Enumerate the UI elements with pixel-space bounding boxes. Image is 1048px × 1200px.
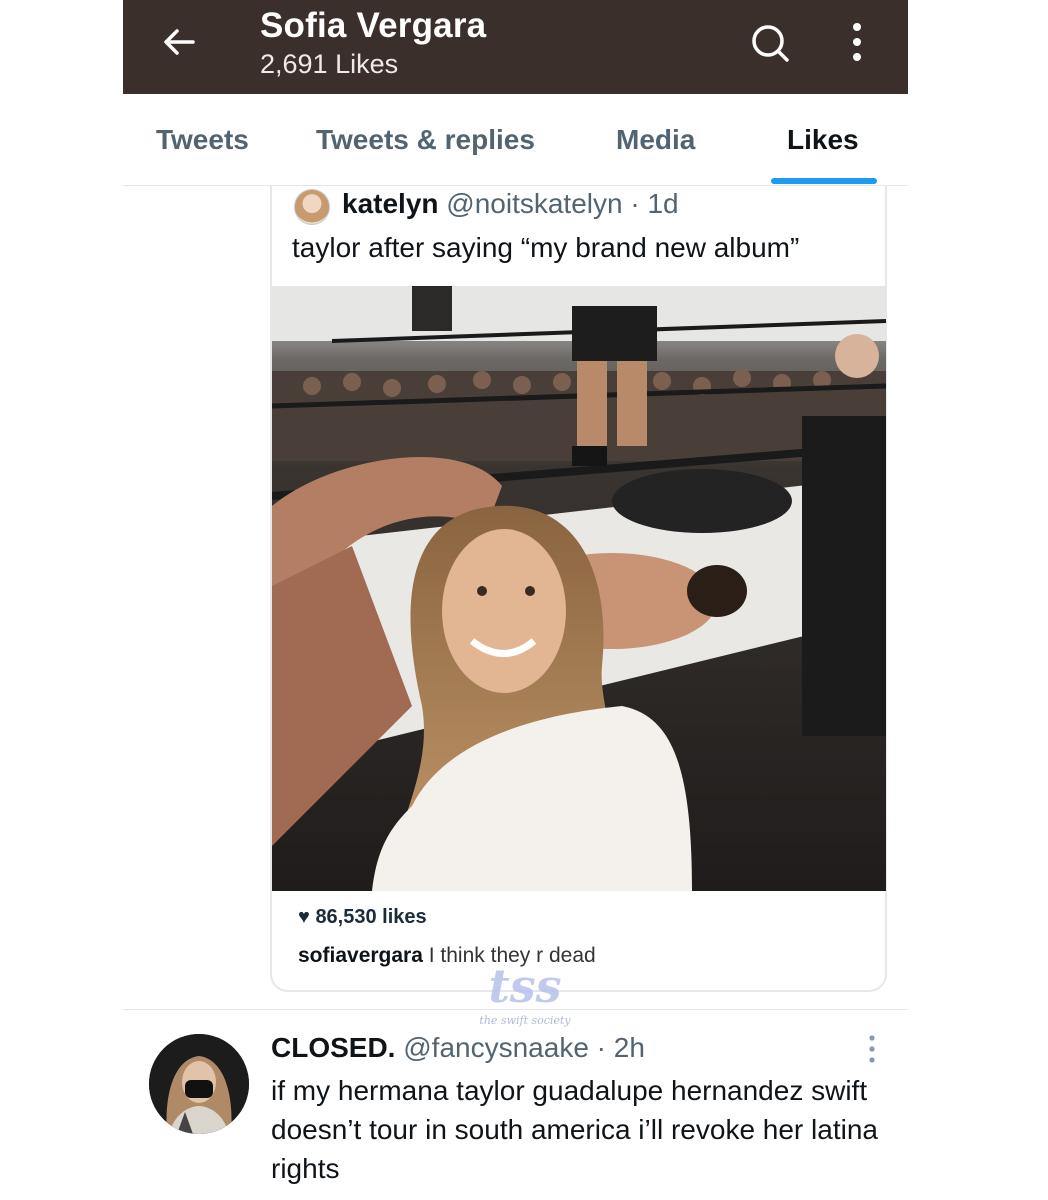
profile-header: Sofia Vergara 2,691 Likes bbox=[123, 0, 908, 94]
tab-media[interactable]: Media bbox=[616, 124, 695, 156]
avatar[interactable] bbox=[294, 189, 330, 225]
likes-text: 86,530 likes bbox=[315, 906, 427, 928]
tweet-header: CLOSED. @fancysnaake · 2h bbox=[271, 1032, 645, 1064]
quoted-tweet-header: katelyn @noitskatelyn · 1d bbox=[342, 188, 679, 220]
quoted-tweet-card[interactable]: katelyn @noitskatelyn · 1d taylor after … bbox=[270, 186, 887, 992]
tab-likes[interactable]: Likes bbox=[787, 124, 859, 156]
author-name[interactable]: katelyn bbox=[342, 188, 439, 219]
watermark: tss the swift society bbox=[470, 958, 580, 1038]
likes-count: 2,691 Likes bbox=[260, 49, 399, 79]
avatar[interactable] bbox=[149, 1034, 249, 1134]
more-vertical-icon[interactable] bbox=[864, 1034, 880, 1064]
profile-tabs: Tweets Tweets & replies Media Likes bbox=[123, 94, 908, 186]
arrow-left-icon[interactable] bbox=[159, 22, 199, 62]
tab-tweets[interactable]: Tweets bbox=[156, 124, 249, 156]
tweet-time: · 1d bbox=[630, 188, 679, 219]
tweet-text: if my hermana taylor guadalupe hernandez… bbox=[271, 1075, 878, 1184]
search-icon[interactable] bbox=[749, 22, 791, 64]
tweet-photo[interactable] bbox=[272, 286, 886, 891]
tab-tweets-replies[interactable]: Tweets & replies bbox=[316, 124, 535, 156]
tweet-time: · 2h bbox=[596, 1032, 645, 1063]
active-tab-indicator bbox=[771, 178, 877, 184]
heart-icon: ♥ bbox=[298, 906, 310, 928]
watermark-caption: the swift society bbox=[479, 1014, 571, 1027]
caption-username: sofiavergara bbox=[298, 944, 423, 967]
author-handle[interactable]: @noitskatelyn bbox=[446, 188, 622, 219]
watermark-logo: tss bbox=[488, 959, 562, 1013]
quoted-tweet-text: taylor after saying “my brand new album” bbox=[292, 232, 800, 263]
photo-likes-count: ♥ 86,530 likes bbox=[298, 906, 427, 929]
more-vertical-icon[interactable] bbox=[845, 20, 869, 64]
tweet-divider bbox=[123, 1009, 908, 1010]
profile-name: Sofia Vergara bbox=[260, 6, 487, 45]
author-handle[interactable]: @fancysnaake bbox=[403, 1032, 589, 1063]
author-name[interactable]: CLOSED. bbox=[271, 1032, 395, 1063]
